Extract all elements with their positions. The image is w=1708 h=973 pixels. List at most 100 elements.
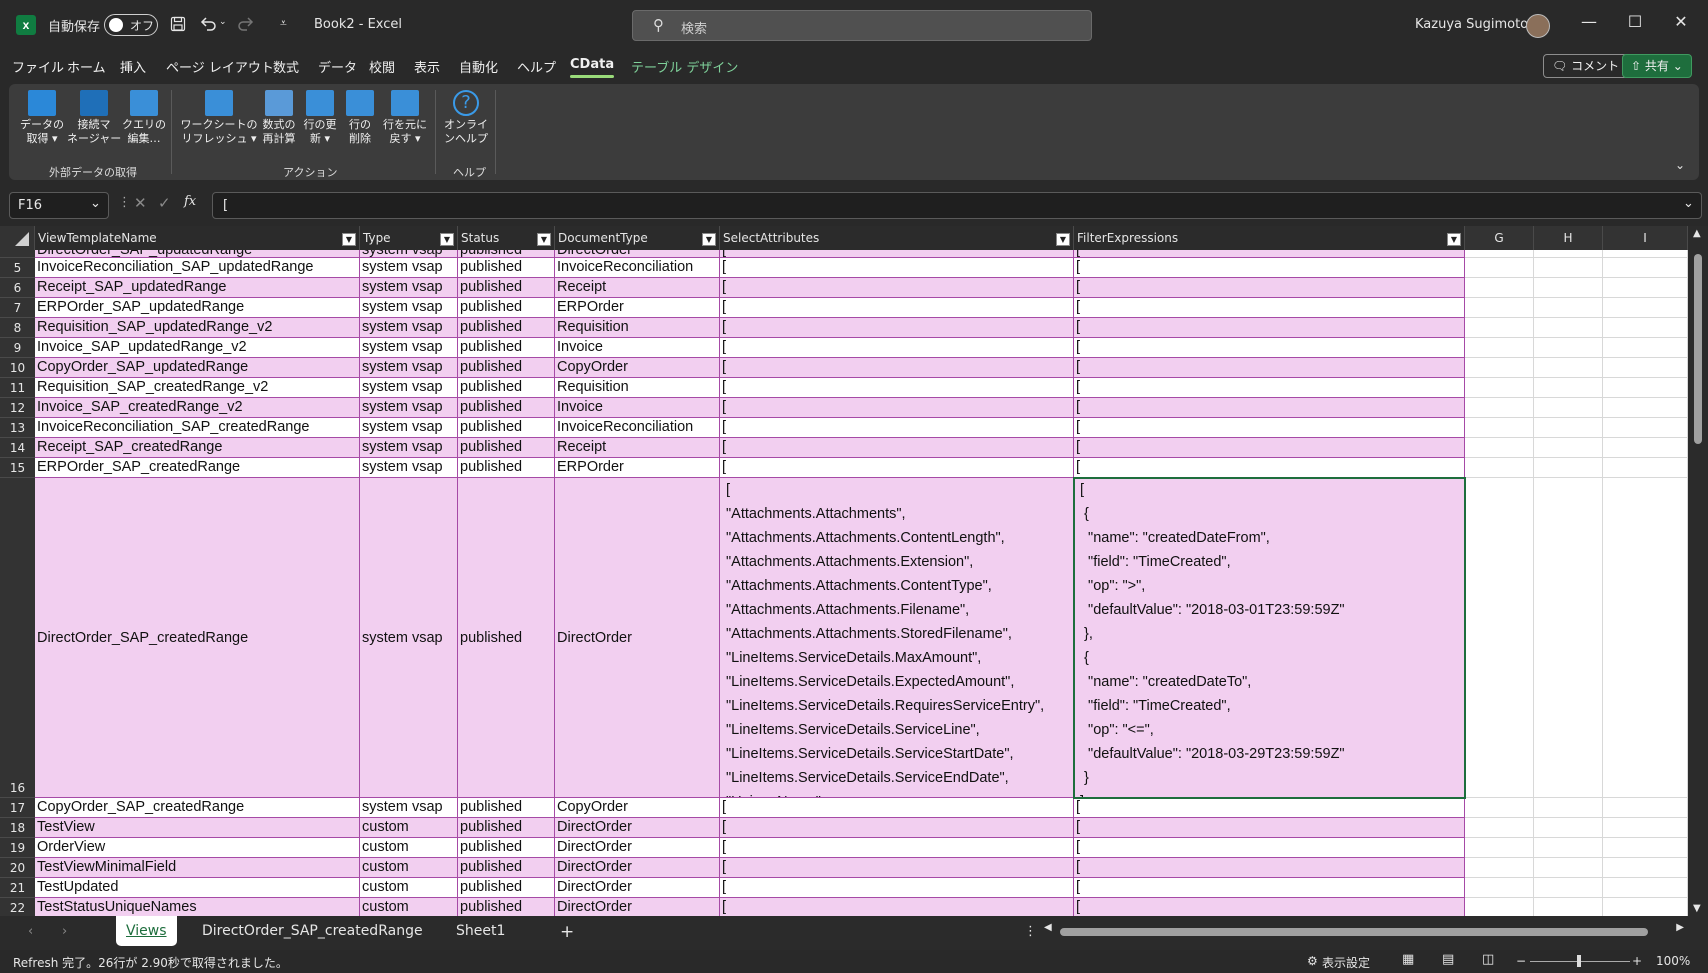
empty-cell[interactable] xyxy=(1465,378,1534,398)
tab-cdata[interactable]: CData xyxy=(570,57,615,78)
empty-cell[interactable] xyxy=(1534,878,1603,898)
empty-cell[interactable] xyxy=(1534,838,1603,858)
table-cell[interactable]: [ xyxy=(1074,418,1465,438)
row-header[interactable]: 22 xyxy=(0,898,35,916)
column-header[interactable]: Type ▼ xyxy=(360,226,458,250)
table-cell[interactable]: custom xyxy=(360,898,458,916)
maximize-button[interactable]: ☐ xyxy=(1624,12,1646,36)
empty-cell[interactable] xyxy=(1534,858,1603,878)
table-cell[interactable]: DirectOrder xyxy=(555,898,720,916)
table-cell[interactable]: [ xyxy=(720,418,1074,438)
tab-data[interactable]: データ xyxy=(318,57,357,76)
table-cell[interactable]: DirectOrder_SAP_updatedRange xyxy=(35,250,360,258)
tab-insert[interactable]: 挿入 xyxy=(120,57,146,76)
row-header[interactable]: 12 xyxy=(0,398,35,418)
row-header[interactable]: 7 xyxy=(0,298,35,318)
vertical-scroll-thumb[interactable] xyxy=(1694,254,1702,444)
table-cell[interactable]: OrderView xyxy=(35,838,360,858)
empty-cell[interactable] xyxy=(1603,898,1688,916)
filter-dropdown-icon[interactable]: ▼ xyxy=(702,233,716,246)
empty-cell[interactable] xyxy=(1465,318,1534,338)
table-cell[interactable]: system vsap xyxy=(360,458,458,478)
table-cell[interactable]: TestViewMinimalField xyxy=(35,858,360,878)
recalc-button[interactable]: 数式の 再計算 xyxy=(259,84,299,156)
prev-sheet-icon[interactable]: ‹ xyxy=(28,924,33,939)
zoom-slider[interactable] xyxy=(1530,955,1630,967)
empty-cell[interactable] xyxy=(1603,378,1688,398)
table-cell[interactable]: [ xyxy=(1074,298,1465,318)
table-cell[interactable]: TestStatusUniqueNames xyxy=(35,898,360,916)
cancel-icon[interactable]: ✕ xyxy=(134,194,147,212)
empty-cell[interactable] xyxy=(1534,478,1603,798)
empty-cell[interactable] xyxy=(1603,878,1688,898)
table-cell[interactable]: published xyxy=(458,278,555,298)
row-header[interactable]: 8 xyxy=(0,318,35,338)
row-header[interactable]: 11 xyxy=(0,378,35,398)
table-cell[interactable]: InvoiceReconciliation xyxy=(555,258,720,278)
table-cell[interactable]: [ xyxy=(720,818,1074,838)
zoom-level[interactable]: 100% xyxy=(1656,954,1690,968)
redo-icon[interactable] xyxy=(236,14,256,34)
empty-cell[interactable] xyxy=(1465,858,1534,878)
table-cell[interactable]: [ xyxy=(720,898,1074,916)
column-header[interactable]: ViewTemplateName ▼ xyxy=(35,226,360,250)
table-cell[interactable]: system vsap xyxy=(360,318,458,338)
table-cell[interactable]: ERPOrder xyxy=(555,458,720,478)
undo-icon[interactable] xyxy=(198,14,218,34)
row-header[interactable]: 9 xyxy=(0,338,35,358)
table-cell[interactable]: ERPOrder_SAP_updatedRange xyxy=(35,298,360,318)
table-cell[interactable]: published xyxy=(458,398,555,418)
table-cell[interactable]: Requisition xyxy=(555,378,720,398)
table-cell[interactable]: system vsap xyxy=(360,798,458,818)
table-cell[interactable]: [ xyxy=(720,338,1074,358)
table-cell[interactable]: [ xyxy=(1074,250,1465,258)
table-cell[interactable]: InvoiceReconciliation_SAP_updatedRange xyxy=(35,258,360,278)
scroll-down-icon[interactable]: ▼ xyxy=(1693,903,1701,914)
row-header[interactable]: 17 xyxy=(0,798,35,818)
table-cell[interactable]: system vsap xyxy=(360,258,458,278)
tab-file[interactable]: ファイル xyxy=(12,57,64,76)
enter-icon[interactable]: ✓ xyxy=(158,194,171,212)
select-all-corner[interactable] xyxy=(0,226,35,250)
table-cell[interactable]: custom xyxy=(360,818,458,838)
table-cell[interactable]: ERPOrder_SAP_createdRange xyxy=(35,458,360,478)
table-cell[interactable]: DirectOrder xyxy=(555,250,720,258)
table-cell[interactable]: published xyxy=(458,458,555,478)
table-cell[interactable]: published xyxy=(458,338,555,358)
normal-view-icon[interactable]: ▦ xyxy=(1402,952,1414,967)
table-cell[interactable]: Requisition xyxy=(555,318,720,338)
table-cell[interactable]: [ xyxy=(1074,318,1465,338)
save-icon[interactable] xyxy=(170,16,186,32)
column-header[interactable]: DocumentType ▼ xyxy=(555,226,720,250)
row-header[interactable]: 13 xyxy=(0,418,35,438)
table-cell[interactable]: system vsap xyxy=(360,418,458,438)
table-cell[interactable]: [ xyxy=(720,858,1074,878)
empty-cell[interactable] xyxy=(1534,818,1603,838)
tab-formulas[interactable]: 数式 xyxy=(273,57,299,76)
empty-cell[interactable] xyxy=(1603,250,1688,258)
table-cell[interactable]: DirectOrder_SAP_createdRange xyxy=(35,478,360,798)
customize-qat-icon[interactable]: ⩡ xyxy=(280,16,287,31)
table-cell[interactable]: published xyxy=(458,898,555,916)
table-cell[interactable]: [ xyxy=(720,318,1074,338)
table-cell[interactable]: system vsap xyxy=(360,358,458,378)
table-cell[interactable]: CopyOrder xyxy=(555,798,720,818)
table-cell[interactable]: published xyxy=(458,418,555,438)
table-cell[interactable]: [ xyxy=(720,838,1074,858)
empty-cell[interactable] xyxy=(1534,258,1603,278)
empty-cell[interactable] xyxy=(1534,438,1603,458)
empty-cell[interactable] xyxy=(1534,278,1603,298)
table-cell[interactable]: Receipt xyxy=(555,278,720,298)
expand-formula-icon[interactable]: ⌄ xyxy=(1683,196,1694,211)
autosave-toggle[interactable]: オフ xyxy=(104,14,158,36)
column-header[interactable]: FilterExpressions ▼ xyxy=(1074,226,1465,250)
empty-cell[interactable] xyxy=(1603,358,1688,378)
row-header[interactable]: 14 xyxy=(0,438,35,458)
collapse-ribbon-icon[interactable]: ⌄ xyxy=(1675,158,1685,172)
empty-cell[interactable] xyxy=(1534,358,1603,378)
empty-cell[interactable] xyxy=(1534,338,1603,358)
empty-cell[interactable] xyxy=(1465,798,1534,818)
table-cell[interactable]: system vsap xyxy=(360,398,458,418)
table-cell[interactable]: published xyxy=(458,798,555,818)
get-data-button[interactable]: データの 取得 ▾ xyxy=(19,84,65,156)
